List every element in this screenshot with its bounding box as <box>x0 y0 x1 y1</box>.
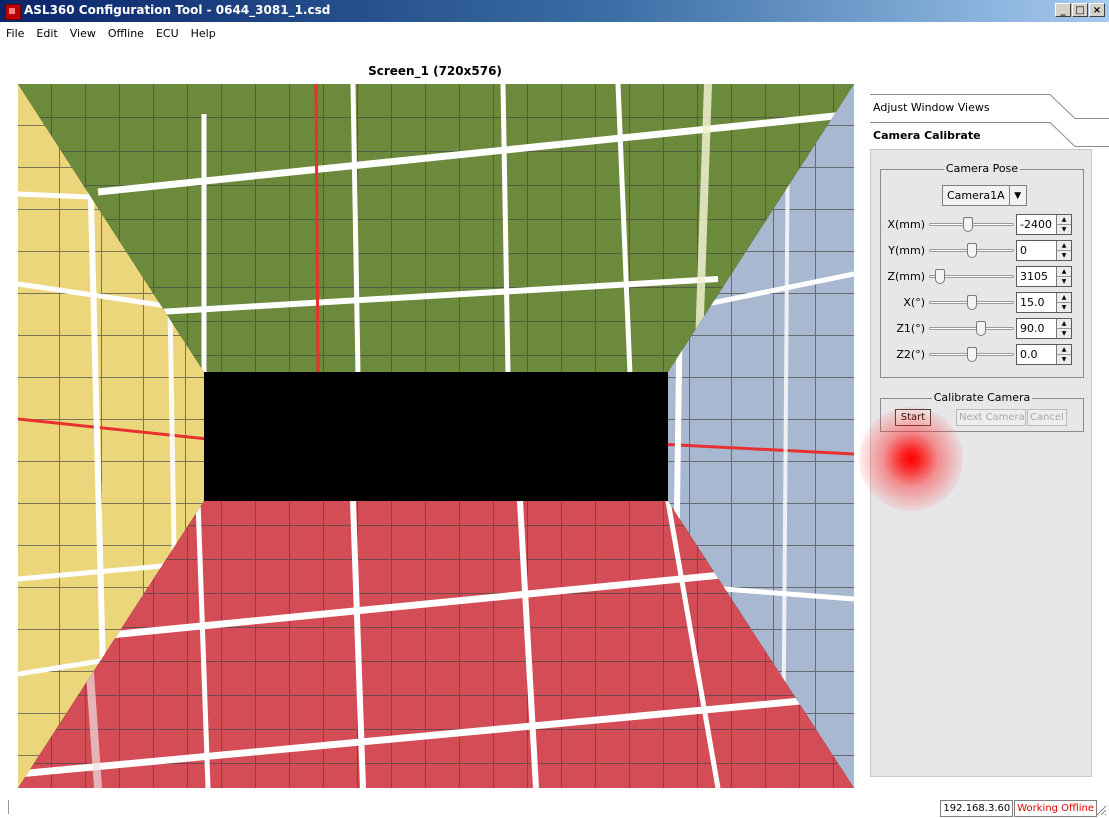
status-grip <box>8 800 12 814</box>
maximize-button[interactable]: □ <box>1072 3 1088 17</box>
pose-value[interactable]: 3105 <box>1020 270 1048 283</box>
spin-up-icon[interactable]: ▲ <box>1057 215 1071 225</box>
camera-calibrate-panel: Camera Pose Camera1A ▼ X(mm) -2400 ▲ ▼ Y(mm)… <box>870 149 1092 777</box>
menu-ecu[interactable]: ECU <box>150 27 185 40</box>
spin-down-icon[interactable]: ▼ <box>1057 225 1071 234</box>
pose-value-spinner[interactable]: -2400 ▲ ▼ <box>1016 214 1072 235</box>
vehicle-area <box>204 372 668 501</box>
pose-value-spinner[interactable]: 90.0 ▲ ▼ <box>1016 318 1072 339</box>
spin-down-icon[interactable]: ▼ <box>1057 277 1071 286</box>
spin-down-icon[interactable]: ▼ <box>1057 303 1071 312</box>
pose-label: Y(mm) <box>888 244 925 257</box>
calibrate-camera-group: Calibrate Camera Start Next Camera Cance… <box>880 391 1084 432</box>
pose-value-spinner[interactable]: 15.0 ▲ ▼ <box>1016 292 1072 313</box>
minimize-button[interactable]: _ <box>1055 3 1071 17</box>
menu-edit[interactable]: Edit <box>30 27 63 40</box>
pose-label: Z2(°) <box>896 348 925 361</box>
pose-row: Y(mm) 0 ▲ ▼ <box>881 240 1081 262</box>
title-bar: ASL360 Configuration Tool - 0644_3081_1.… <box>0 0 1109 22</box>
camera-viewport[interactable] <box>18 84 854 788</box>
pose-value[interactable]: 90.0 <box>1020 322 1045 335</box>
pose-label: X(°) <box>903 296 925 309</box>
pose-label: Z(mm) <box>887 270 925 283</box>
pose-value-spinner[interactable]: 0 ▲ ▼ <box>1016 240 1072 261</box>
menu-offline[interactable]: Offline <box>102 27 150 40</box>
tab-adjust-label: Adjust Window Views <box>873 101 990 114</box>
spin-up-icon[interactable]: ▲ <box>1057 267 1071 277</box>
tab-calibrate-label: Camera Calibrate <box>873 129 981 142</box>
calibrate-camera-title: Calibrate Camera <box>931 391 1033 404</box>
spinner-buttons: ▲ ▼ <box>1056 293 1071 312</box>
menu-bar: File Edit View Offline ECU Help <box>0 22 1109 44</box>
close-button[interactable]: × <box>1089 3 1105 17</box>
tab-camera-calibrate[interactable]: Camera Calibrate <box>870 122 1109 148</box>
spinner-buttons: ▲ ▼ <box>1056 215 1071 234</box>
spinner-buttons: ▲ ▼ <box>1056 345 1071 364</box>
next-camera-button[interactable]: Next Camera <box>956 409 1026 426</box>
pose-value[interactable]: 0.0 <box>1020 348 1038 361</box>
slider-thumb[interactable] <box>935 269 945 284</box>
spin-up-icon[interactable]: ▲ <box>1057 345 1071 355</box>
spin-up-icon[interactable]: ▲ <box>1057 293 1071 303</box>
slider-thumb[interactable] <box>966 243 977 258</box>
pose-value-spinner[interactable]: 0.0 ▲ ▼ <box>1016 344 1072 365</box>
slider-thumb[interactable] <box>966 347 977 362</box>
menu-help[interactable]: Help <box>185 27 222 40</box>
spin-down-icon[interactable]: ▼ <box>1057 251 1071 260</box>
status-ip: 192.168.3.60 <box>940 800 1014 817</box>
camera-pose-title: Camera Pose <box>943 162 1021 175</box>
pose-row: X(°) 15.0 ▲ ▼ <box>881 292 1081 314</box>
slider-thumb[interactable] <box>975 321 986 336</box>
pose-label: X(mm) <box>887 218 925 231</box>
pose-row: Z2(°) 0.0 ▲ ▼ <box>881 344 1081 366</box>
slider-thumb[interactable] <box>966 295 977 310</box>
camera-select[interactable]: Camera1A ▼ <box>942 185 1027 206</box>
spin-up-icon[interactable]: ▲ <box>1057 241 1071 251</box>
spin-up-icon[interactable]: ▲ <box>1057 319 1071 329</box>
cancel-button[interactable]: Cancel <box>1027 409 1067 426</box>
pose-value[interactable]: -2400 <box>1020 218 1052 231</box>
pose-value[interactable]: 15.0 <box>1020 296 1045 309</box>
status-mode: Working Offline <box>1014 800 1097 817</box>
resize-grip-icon[interactable] <box>1095 804 1107 816</box>
spinner-buttons: ▲ ▼ <box>1056 319 1071 338</box>
spinner-buttons: ▲ ▼ <box>1056 267 1071 286</box>
menu-view[interactable]: View <box>64 27 102 40</box>
pose-slider[interactable] <box>929 327 1014 330</box>
spin-down-icon[interactable]: ▼ <box>1057 355 1071 364</box>
status-bar: 192.168.3.60 Working Offline <box>940 800 1097 817</box>
tab-adjust-window-views[interactable]: Adjust Window Views <box>870 94 1109 120</box>
pose-label: Z1(°) <box>896 322 925 335</box>
chevron-down-icon[interactable]: ▼ <box>1010 191 1026 201</box>
spin-down-icon[interactable]: ▼ <box>1057 329 1071 338</box>
window-title: ASL360 Configuration Tool - 0644_3081_1.… <box>24 3 331 17</box>
menu-file[interactable]: File <box>0 27 30 40</box>
pose-row: Z(mm) 3105 ▲ ▼ <box>881 266 1081 288</box>
start-button[interactable]: Start <box>895 409 931 426</box>
camera-select-value: Camera1A <box>943 186 1010 205</box>
camera-pose-group: Camera Pose Camera1A ▼ X(mm) -2400 ▲ ▼ Y(mm)… <box>880 162 1084 378</box>
app-logo-icon <box>5 4 21 20</box>
slider-thumb[interactable] <box>962 217 973 232</box>
pose-value-spinner[interactable]: 3105 ▲ ▼ <box>1016 266 1072 287</box>
spinner-buttons: ▲ ▼ <box>1056 241 1071 260</box>
pose-row: X(mm) -2400 ▲ ▼ <box>881 214 1081 236</box>
pose-row: Z1(°) 90.0 ▲ ▼ <box>881 318 1081 340</box>
screen-title: Screen_1 (720x576) <box>368 64 502 78</box>
pose-value[interactable]: 0 <box>1020 244 1027 257</box>
